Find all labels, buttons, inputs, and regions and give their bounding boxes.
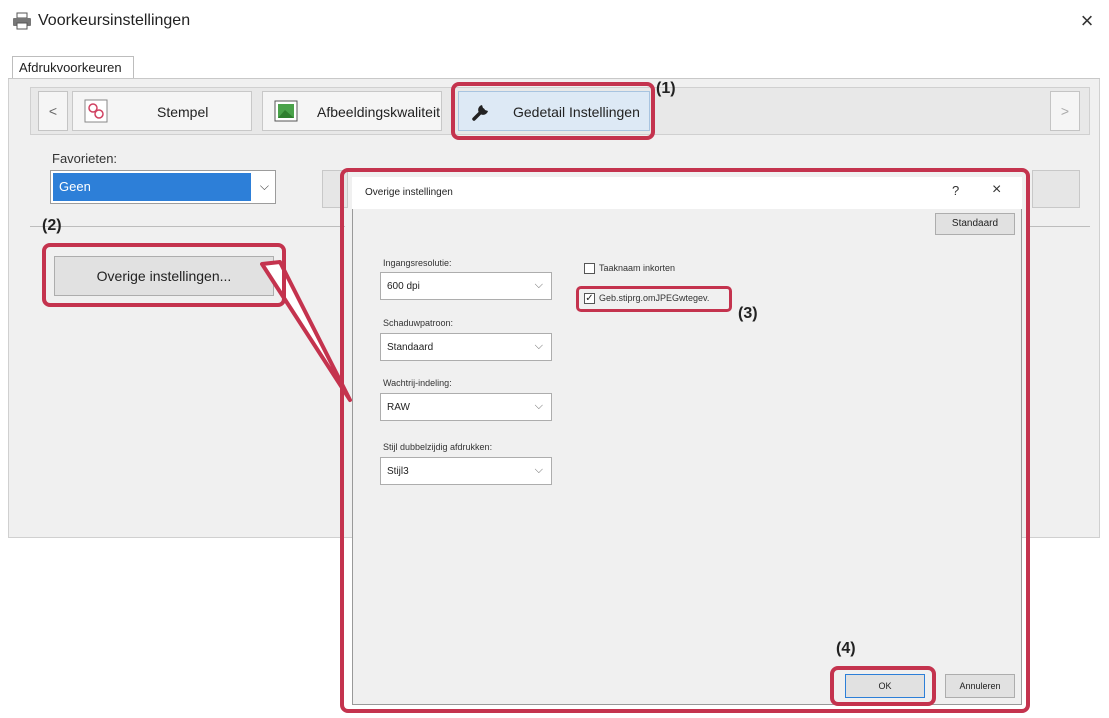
favorites-select[interactable]: Geen ⌵ (50, 170, 276, 204)
feature-stempel[interactable]: Stempel (72, 91, 252, 131)
dialog-highlight (340, 168, 1030, 713)
tab-divider (8, 78, 1100, 79)
favorites-value: Geen (53, 173, 251, 201)
carousel-prev-button[interactable]: < (38, 91, 68, 131)
feature-stempel-label: Stempel (157, 104, 209, 120)
callout-step-4: (4) (836, 640, 856, 657)
step3-highlight (576, 286, 732, 312)
feature-afbeeldingskwaliteit[interactable]: Afbeeldingskwaliteit (262, 91, 442, 131)
tab-afdrukvoorkeuren[interactable]: Afdrukvoorkeuren (12, 56, 134, 79)
carousel-next-button[interactable]: > (1050, 91, 1080, 131)
printer-icon (13, 12, 31, 30)
section-divider (1030, 226, 1090, 227)
favorites-label: Favorieten: (52, 151, 118, 166)
window-title: Voorkeursinstellingen (38, 12, 191, 29)
step2-highlight (42, 243, 286, 307)
chevron-down-icon: ⌵ (259, 179, 269, 193)
feature-afbeeldingskwaliteit-label: Afbeeldingskwaliteit (317, 104, 440, 120)
section-divider (30, 226, 345, 227)
callout-step-1: (1) (656, 80, 676, 97)
callout-step-2: (2) (42, 217, 62, 234)
window-close-icon[interactable]: × (1075, 8, 1099, 34)
image-quality-icon (274, 100, 298, 122)
step4-highlight (830, 666, 936, 706)
step1-highlight (451, 82, 655, 140)
callout-step-3: (3) (738, 305, 758, 322)
stamp-icon (84, 99, 108, 123)
background-control (1032, 170, 1080, 208)
